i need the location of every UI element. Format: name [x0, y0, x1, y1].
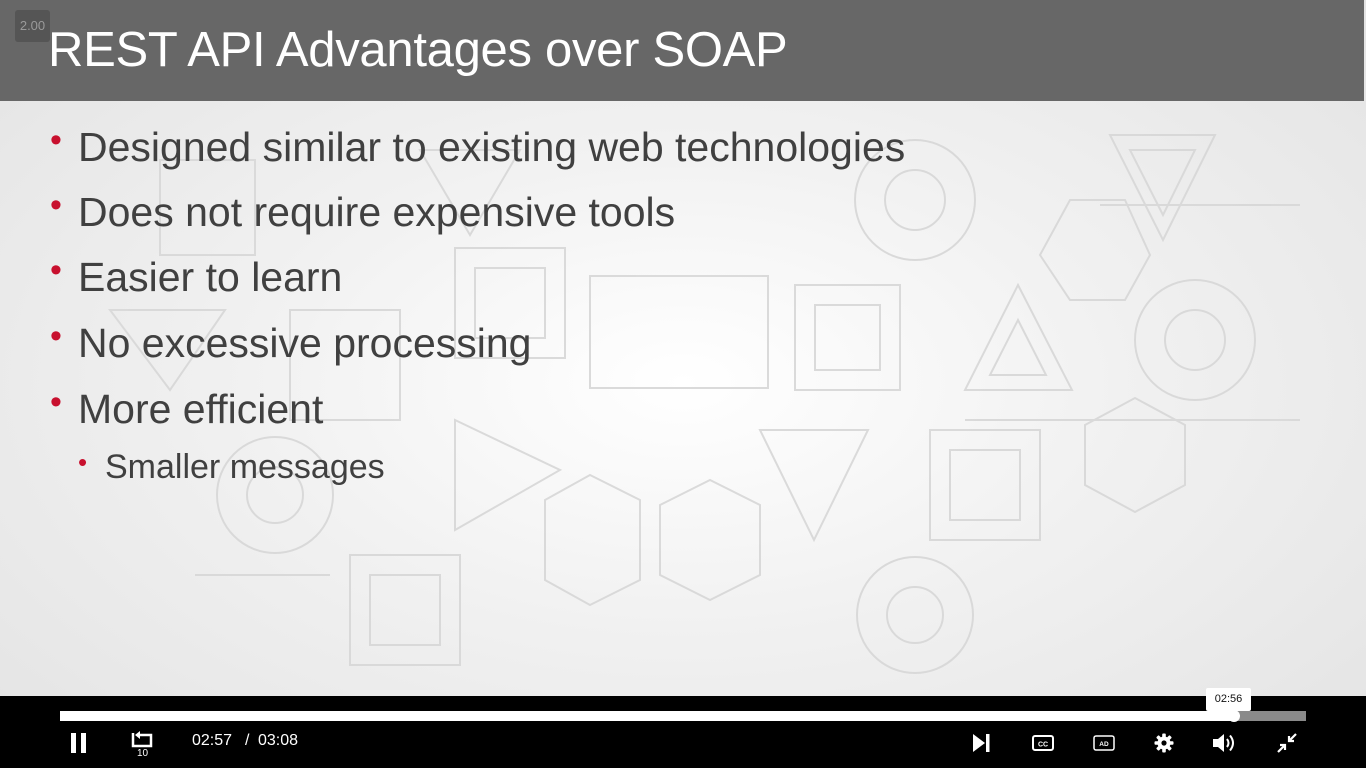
hover-time-tooltip: 02:56 [1206, 688, 1251, 711]
bullet-text: No excessive processing [78, 320, 532, 366]
slide-title-bar: REST API Advantages over SOAP [0, 0, 1364, 101]
next-button[interactable] [961, 726, 1001, 760]
rewind-10-button[interactable]: 10 [121, 726, 161, 760]
audio-description-button[interactable]: AD [1084, 726, 1124, 760]
duration: 03:08 [258, 732, 299, 749]
progress-bar[interactable] [60, 711, 1306, 721]
volume-button[interactable] [1205, 726, 1245, 760]
bullet-dot-icon: • [50, 317, 62, 355]
exit-fullscreen-icon [1277, 733, 1297, 753]
time-separator: / [245, 732, 250, 749]
progress-scrubber-handle[interactable] [1227, 710, 1240, 722]
rewind-label: 10 [137, 748, 149, 757]
bullet-dot-icon: • [50, 186, 62, 224]
player-controls: 02:56 10 02:57 / 03:08 CC AD [0, 688, 1366, 768]
bullet-text: Designed similar to existing web technol… [78, 124, 906, 170]
bullet-text: Easier to learn [78, 254, 343, 300]
bullet-dot-icon: • [50, 251, 62, 289]
rewind-10-icon: 10 [131, 731, 153, 757]
video-frame[interactable]: REST API Advantages over SOAP 2.00 • Des… [0, 0, 1366, 696]
bullet-text: Does not require expensive tools [78, 189, 676, 235]
playback-speed-badge[interactable]: 2.00 [15, 10, 50, 42]
settings-button[interactable] [1144, 726, 1184, 760]
captions-label: CC [1038, 742, 1048, 749]
volume-icon [1213, 734, 1234, 752]
current-time: 02:57 [192, 732, 233, 749]
progress-fill [60, 711, 1234, 721]
slide-title: REST API Advantages over SOAP [48, 23, 788, 77]
bullet-dot-icon: • [50, 121, 62, 159]
sub-bullet-text: Smaller messages [105, 448, 385, 486]
audio-description-label: AD [1099, 741, 1109, 748]
bullet-dot-icon: • [78, 447, 88, 477]
audio-description-icon: AD [1093, 735, 1115, 751]
skip-next-icon [973, 734, 990, 752]
pause-button[interactable] [59, 726, 99, 760]
gear-icon [1154, 733, 1174, 753]
bullet-text: More efficient [78, 386, 324, 432]
captions-button[interactable]: CC [1023, 726, 1063, 760]
exit-fullscreen-button[interactable] [1267, 726, 1307, 760]
closed-captions-icon: CC [1032, 735, 1054, 751]
pause-icon [71, 733, 86, 753]
bullet-dot-icon: • [50, 383, 62, 421]
